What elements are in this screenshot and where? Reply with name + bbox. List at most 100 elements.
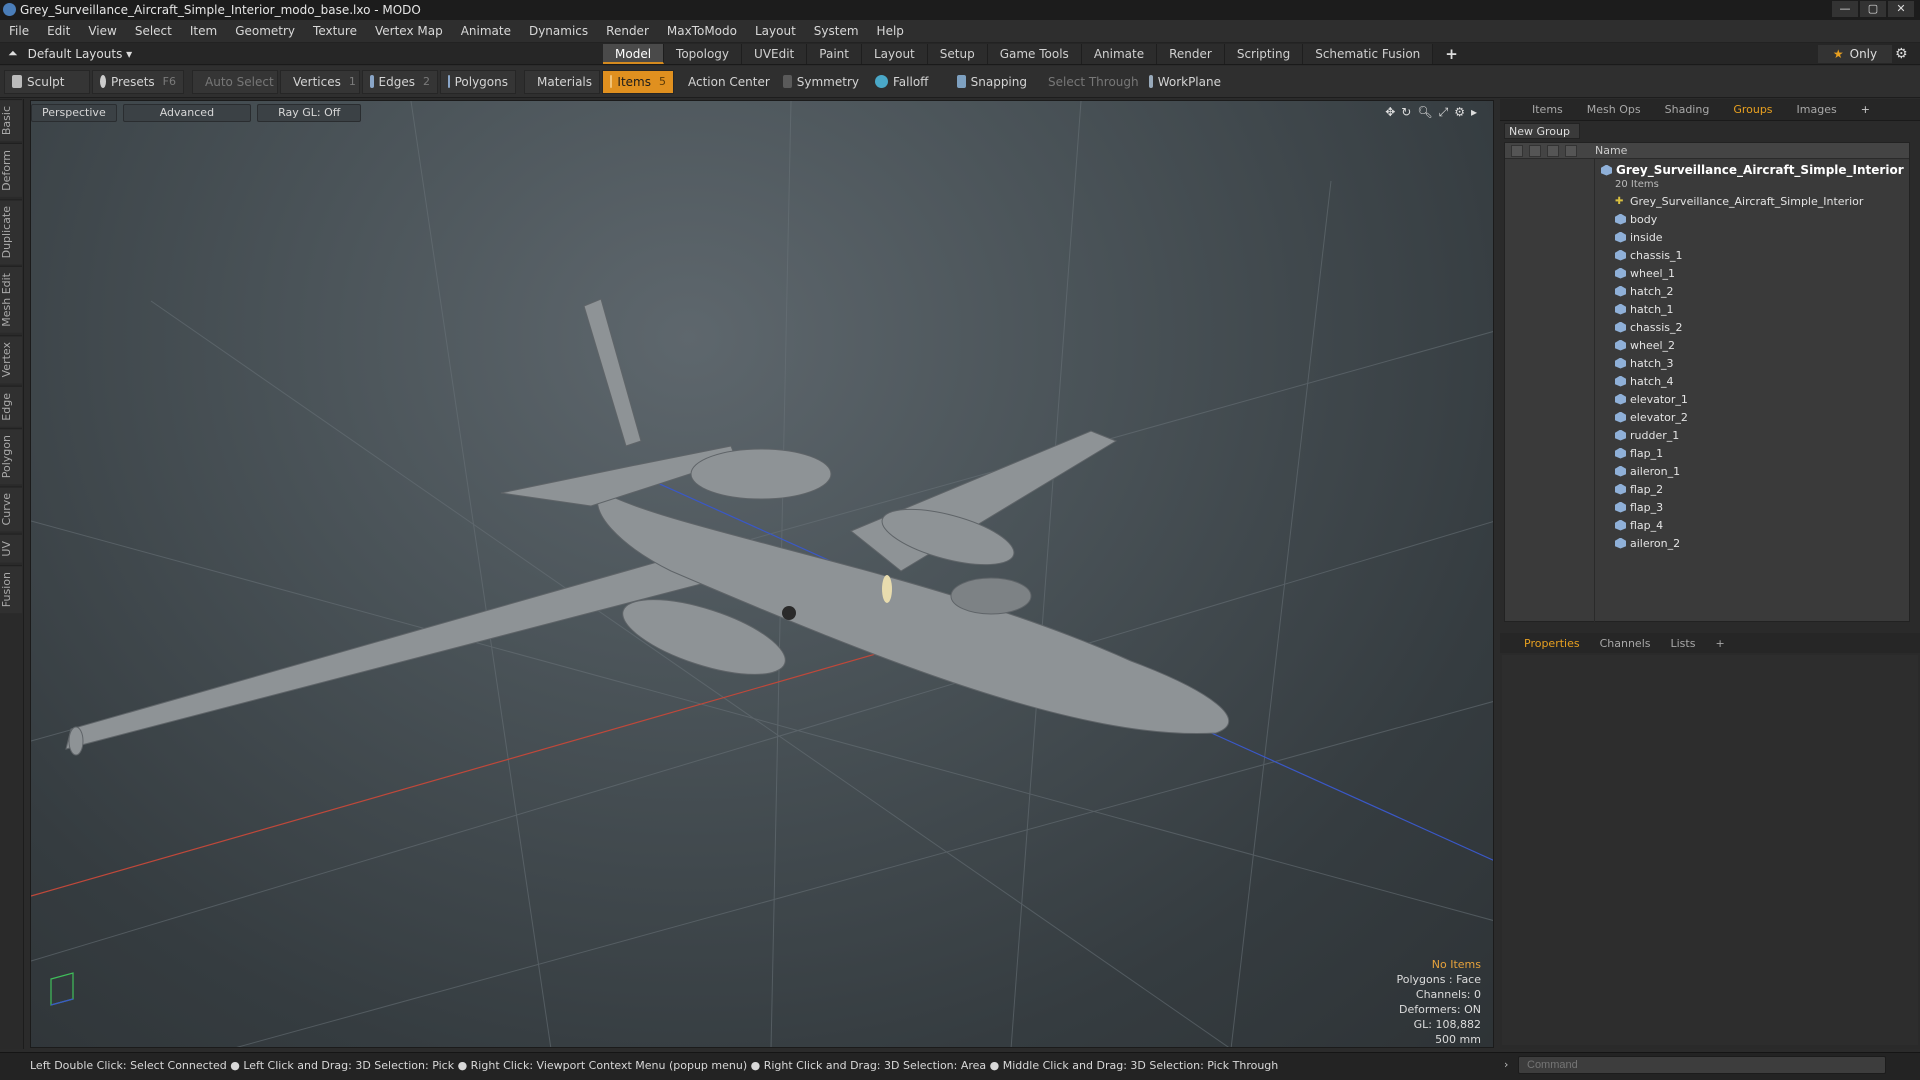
snapping-button[interactable]: Snapping [950,70,1034,94]
list-item[interactable]: elevator_1 [1615,390,1688,408]
menu-help[interactable]: Help [868,24,913,38]
viewport-expand-icon[interactable]: ▸ [1471,105,1477,120]
left-tab-duplicate[interactable]: Duplicate [0,199,22,265]
viewport-settings-icon[interactable]: ⚙ [1454,105,1465,120]
list-item[interactable]: flap_1 [1615,444,1663,462]
menu-edit[interactable]: Edit [38,24,79,38]
list-item[interactable]: flap_2 [1615,480,1663,498]
tab-lists[interactable]: Lists [1661,637,1706,650]
symmetry-button[interactable]: Symmetry [776,70,866,94]
left-tab-edge[interactable]: Edge [0,385,22,427]
menu-file[interactable]: File [0,24,38,38]
list-item[interactable]: rudder_1 [1615,426,1679,444]
falloff-button[interactable]: Falloff [868,70,948,94]
select-column-icon[interactable] [1565,144,1577,157]
tab-paint[interactable]: Paint [807,44,862,64]
list-item[interactable]: inside [1615,228,1663,246]
name-column-header[interactable]: Name [1595,144,1627,157]
list-item[interactable]: chassis_2 [1615,318,1683,336]
select-through-button[interactable]: Select Through [1036,70,1140,94]
list-item[interactable]: ✚ Grey_Surveillance_Aircraft_Simple_Inter… [1615,192,1863,210]
menu-layout[interactable]: Layout [746,24,805,38]
maximize-button[interactable]: ▢ [1860,1,1886,17]
pan-icon[interactable]: ✥ [1385,105,1395,120]
command-input[interactable] [1518,1056,1886,1074]
tab-game-tools[interactable]: Game Tools [987,44,1082,64]
tab-uvedit[interactable]: UVEdit [742,44,808,64]
left-tab-curve[interactable]: Curve [0,486,22,532]
menu-select[interactable]: Select [126,24,181,38]
tab-topology[interactable]: Topology [664,44,743,64]
menu-dynamics[interactable]: Dynamics [520,24,597,38]
layout-up-icon[interactable]: ⏶ [8,46,18,61]
left-tab-deform[interactable]: Deform [0,143,22,198]
zoom-icon[interactable]: 🔍︎ [1417,105,1432,120]
list-item[interactable]: hatch_3 [1615,354,1674,372]
left-tab-basic[interactable]: Basic [0,99,22,142]
auto-select-button[interactable]: Auto Select [192,69,278,94]
visibility-column-icon[interactable] [1511,144,1523,157]
sculpt-button[interactable]: Sculpt [4,69,90,94]
list-item[interactable]: aileron_2 [1615,534,1680,552]
shading-dropdown[interactable]: Advanced [122,104,252,122]
add-panel-tab-icon[interactable]: + [1849,103,1882,116]
tab-animate[interactable]: Animate [1081,44,1158,64]
menu-view[interactable]: View [79,24,125,38]
menu-render[interactable]: Render [597,24,658,38]
list-item[interactable]: wheel_1 [1615,264,1675,282]
presets-button[interactable]: Presets F6 [92,69,184,94]
list-item[interactable]: flap_3 [1615,498,1663,516]
action-center-button[interactable]: Action Center [676,70,774,94]
tab-mesh-ops[interactable]: Mesh Ops [1575,103,1653,116]
layout-dropdown[interactable]: Default Layouts ▾ [28,47,133,61]
menu-maxtomodo[interactable]: MaxToModo [658,24,746,38]
left-tab-mesh-edit[interactable]: Mesh Edit [0,266,22,334]
left-tab-polygon[interactable]: Polygon [0,428,22,485]
tab-schematic-fusion[interactable]: Schematic Fusion [1303,44,1434,64]
tab-model[interactable]: Model [603,44,665,64]
menu-geometry[interactable]: Geometry [226,24,304,38]
menu-vertex-map[interactable]: Vertex Map [366,24,452,38]
left-tab-uv[interactable]: UV [0,533,22,563]
polygons-button[interactable]: Polygons [440,69,516,94]
list-item[interactable]: aileron_1 [1615,462,1680,480]
new-group-button[interactable]: New Group [1504,123,1580,139]
list-item[interactable]: body [1615,210,1657,228]
left-tab-vertex[interactable]: Vertex [0,335,22,384]
gear-icon[interactable]: ⚙ [1895,46,1908,62]
edges-button[interactable]: Edges 2 [362,69,438,94]
3d-viewport[interactable]: Perspective Advanced Ray GL: Off ✥ ↻ 🔍︎ … [30,100,1494,1048]
left-tab-fusion[interactable]: Fusion [0,564,22,613]
add-properties-tab-icon[interactable]: + [1705,637,1734,650]
vertices-button[interactable]: Vertices 1 [280,69,360,94]
tab-images[interactable]: Images [1785,103,1849,116]
menu-system[interactable]: System [805,24,868,38]
lock-column-icon[interactable] [1547,144,1559,157]
tab-layout[interactable]: Layout [861,44,928,64]
list-item[interactable]: hatch_2 [1615,282,1674,300]
list-item[interactable]: hatch_1 [1615,300,1674,318]
list-item[interactable]: elevator_2 [1615,408,1688,426]
tab-properties[interactable]: Properties [1514,637,1590,650]
tab-channels[interactable]: Channels [1590,637,1661,650]
menu-item[interactable]: Item [181,24,226,38]
menu-animate[interactable]: Animate [452,24,520,38]
list-item[interactable]: flap_4 [1615,516,1663,534]
items-button[interactable]: Items 5 [602,69,674,94]
tab-items[interactable]: Items [1520,103,1575,116]
raygl-toggle[interactable]: Ray GL: Off [257,104,362,122]
tab-groups[interactable]: Groups [1721,103,1784,116]
only-button[interactable]: ★ Only [1818,45,1892,63]
list-item[interactable]: wheel_2 [1615,336,1675,354]
tab-shading[interactable]: Shading [1653,103,1722,116]
add-tab-icon[interactable]: + [1433,44,1470,64]
workplane-button[interactable]: WorkPlane [1142,70,1228,94]
command-arrow-icon[interactable]: › [1504,1058,1508,1071]
minimize-button[interactable]: — [1832,1,1858,17]
tab-setup[interactable]: Setup [927,44,988,64]
list-item[interactable]: hatch_4 [1615,372,1674,390]
materials-button[interactable]: Materials [524,69,600,94]
render-column-icon[interactable] [1529,144,1541,157]
tab-scripting[interactable]: Scripting [1224,44,1304,64]
list-item[interactable]: chassis_1 [1615,246,1683,264]
